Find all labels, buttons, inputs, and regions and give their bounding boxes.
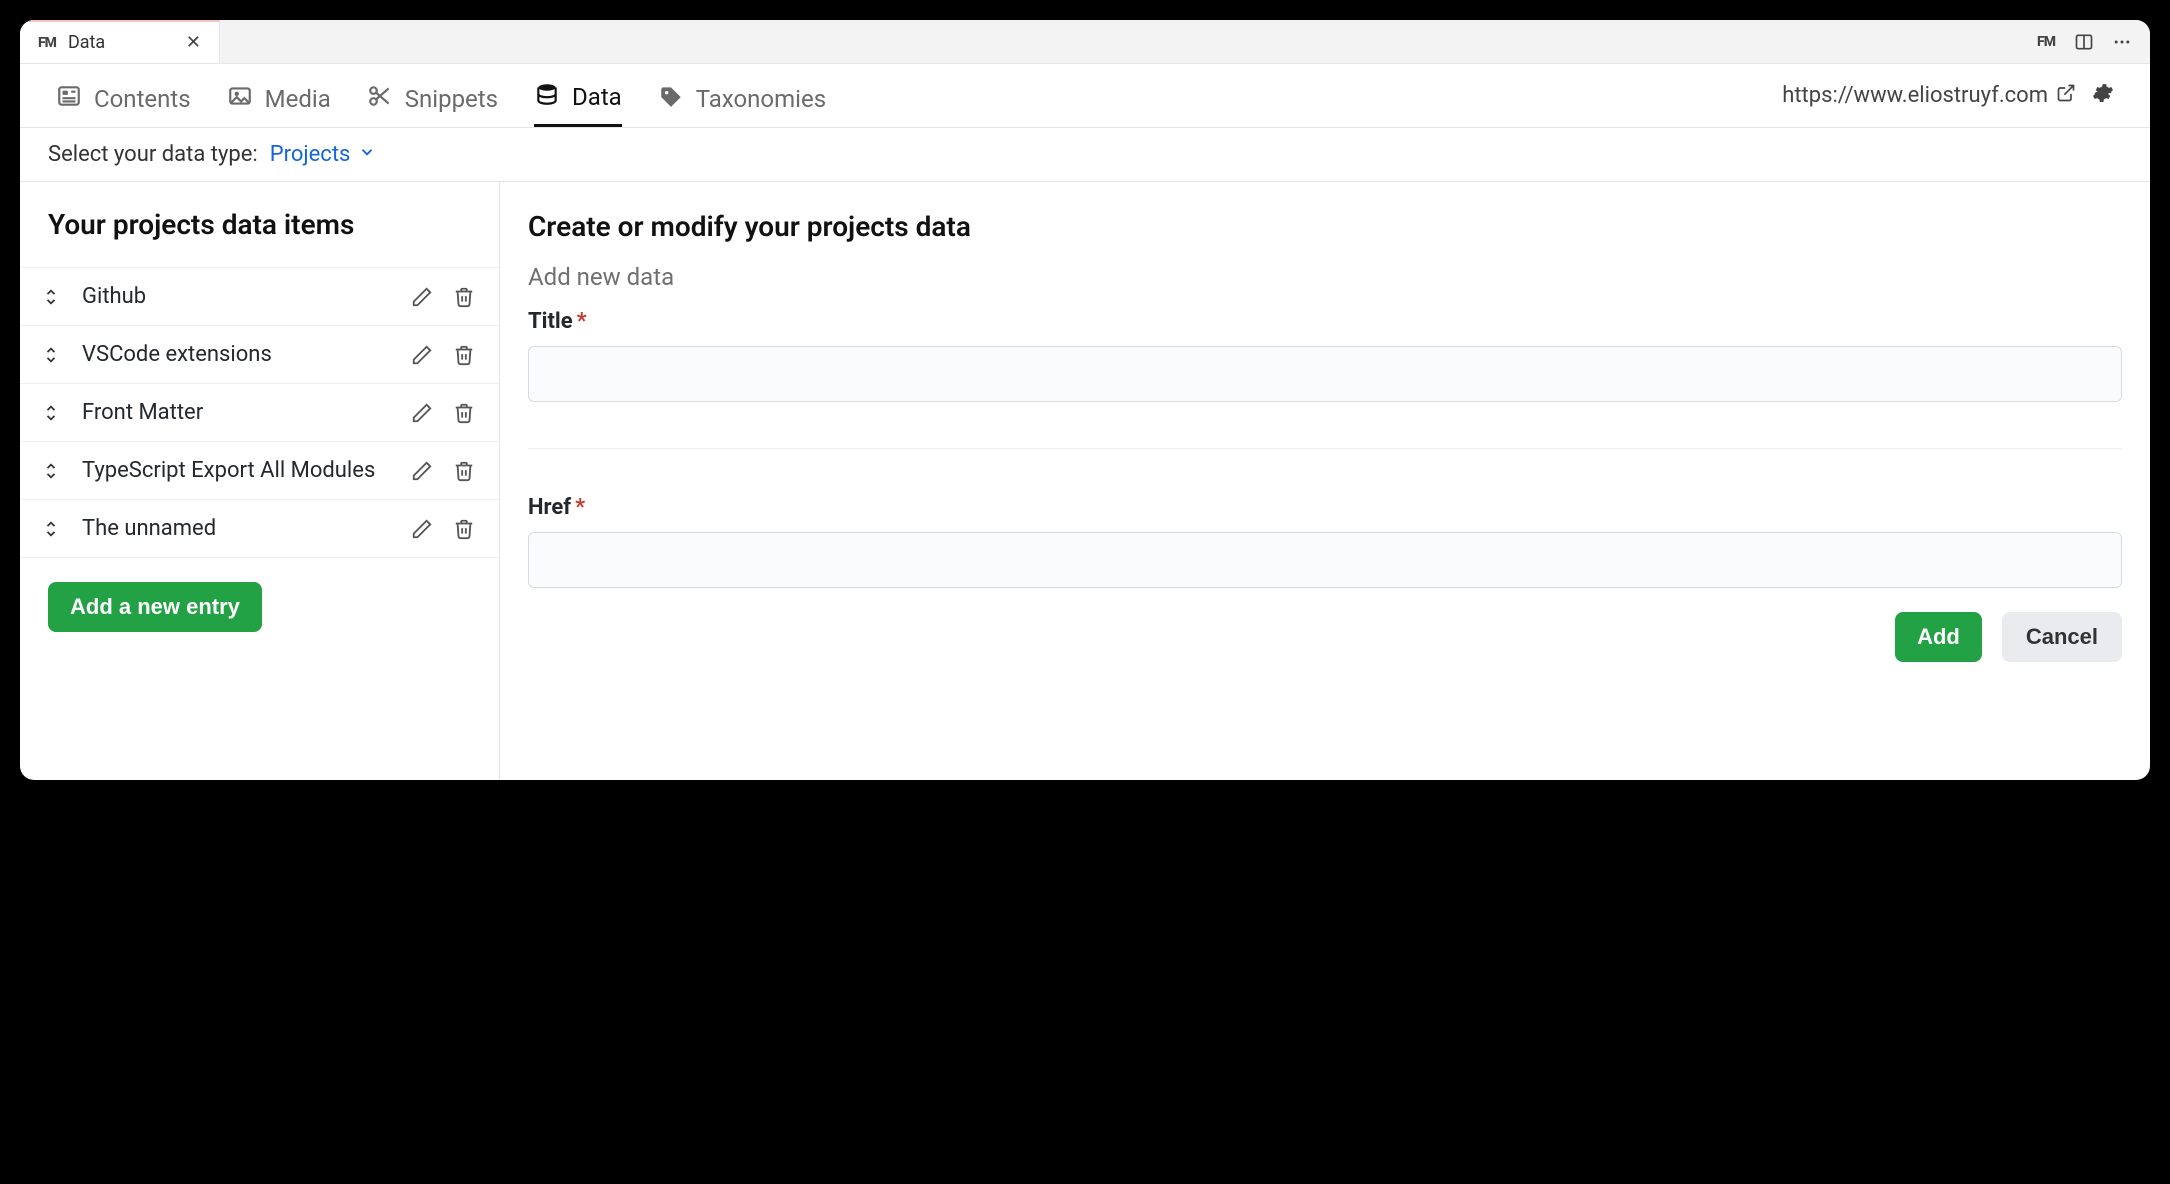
item-name: VSCode extensions	[82, 342, 391, 367]
item-name: The unnamed	[82, 516, 391, 541]
form-actions: Add Cancel	[528, 612, 2122, 662]
list-item[interactable]: The unnamed	[20, 500, 499, 558]
type-selected-value: Projects	[270, 142, 351, 167]
site-url-text: https://www.eliostruyf.com	[1782, 83, 2048, 108]
nav-label: Media	[265, 85, 331, 113]
split-editor-icon[interactable]	[2074, 32, 2094, 52]
edit-icon[interactable]	[411, 286, 433, 308]
nav-taxonomies[interactable]: Taxonomies	[658, 64, 826, 127]
fm-logo-icon: FM	[38, 35, 56, 51]
media-icon	[227, 83, 253, 115]
sort-handle-icon[interactable]	[44, 346, 62, 364]
external-link-icon	[2056, 83, 2076, 109]
fm-logo-small-icon[interactable]: FM	[2036, 32, 2056, 52]
form-panel: Create or modify your projects data Add …	[500, 182, 2150, 780]
nav-snippets[interactable]: Snippets	[367, 64, 498, 127]
edit-icon[interactable]	[411, 344, 433, 366]
nav-data[interactable]: Data	[534, 64, 622, 127]
titlebar-actions: FM	[2036, 20, 2150, 63]
data-icon	[534, 81, 560, 113]
app-window: FM Data ✕ FM Contents Media	[20, 20, 2150, 780]
edit-icon[interactable]	[411, 518, 433, 540]
more-icon[interactable]	[2112, 32, 2132, 52]
form-heading: Create or modify your projects data	[528, 210, 2122, 243]
href-label-text: Href	[528, 495, 571, 520]
items-panel: Your projects data items Github VSCode e…	[20, 182, 500, 780]
nav-label: Snippets	[405, 85, 498, 113]
delete-icon[interactable]	[453, 286, 475, 308]
nav-label: Data	[572, 83, 622, 111]
edit-icon[interactable]	[411, 402, 433, 424]
list-item[interactable]: VSCode extensions	[20, 326, 499, 384]
tab-title: Data	[68, 32, 105, 53]
sort-handle-icon[interactable]	[44, 404, 62, 422]
items-heading: Your projects data items	[20, 182, 499, 267]
title-label-text: Title	[528, 309, 573, 334]
contents-icon	[56, 83, 82, 115]
main-nav: Contents Media Snippets Data Taxonomies	[20, 64, 2150, 128]
chevron-down-icon	[358, 142, 376, 167]
list-item[interactable]: TypeScript Export All Modules	[20, 442, 499, 500]
delete-icon[interactable]	[453, 344, 475, 366]
taxonomies-icon	[658, 83, 684, 115]
sort-handle-icon[interactable]	[44, 462, 62, 480]
nav-media[interactable]: Media	[227, 64, 331, 127]
items-list: Github VSCode extensions Fro	[20, 267, 499, 558]
add-button[interactable]: Add	[1895, 612, 1982, 662]
type-selector-picker[interactable]: Projects	[270, 142, 377, 167]
close-icon[interactable]: ✕	[186, 32, 201, 53]
type-selector-bar: Select your data type: Projects	[20, 128, 2150, 182]
href-input[interactable]	[528, 532, 2122, 588]
list-item[interactable]: Github	[20, 268, 499, 326]
delete-icon[interactable]	[453, 460, 475, 482]
form-subtitle: Add new data	[528, 263, 2122, 291]
nav-label: Contents	[94, 85, 191, 113]
nav-label: Taxonomies	[696, 85, 826, 113]
sort-handle-icon[interactable]	[44, 288, 62, 306]
href-label: Href*	[528, 495, 2122, 520]
add-entry-button[interactable]: Add a new entry	[48, 582, 262, 632]
required-mark: *	[575, 495, 585, 520]
settings-gear-icon[interactable]	[2092, 82, 2114, 110]
nav-right: https://www.eliostruyf.com	[1782, 82, 2114, 110]
title-label: Title*	[528, 309, 2122, 334]
nav-contents[interactable]: Contents	[56, 64, 191, 127]
delete-icon[interactable]	[453, 402, 475, 424]
sort-handle-icon[interactable]	[44, 520, 62, 538]
form-divider	[528, 448, 2122, 449]
item-name: Github	[82, 284, 391, 309]
edit-icon[interactable]	[411, 460, 433, 482]
site-url-link[interactable]: https://www.eliostruyf.com	[1782, 83, 2076, 109]
editor-tab[interactable]: FM Data ✕	[20, 20, 220, 63]
delete-icon[interactable]	[453, 518, 475, 540]
title-input[interactable]	[528, 346, 2122, 402]
titlebar: FM Data ✕ FM	[20, 20, 2150, 64]
item-name: TypeScript Export All Modules	[82, 458, 391, 483]
snippets-icon	[367, 83, 393, 115]
type-selector-label: Select your data type:	[48, 142, 258, 167]
list-item[interactable]: Front Matter	[20, 384, 499, 442]
cancel-button[interactable]: Cancel	[2002, 612, 2122, 662]
content-split: Your projects data items Github VSCode e…	[20, 182, 2150, 780]
item-name: Front Matter	[82, 400, 391, 425]
required-mark: *	[577, 309, 587, 334]
